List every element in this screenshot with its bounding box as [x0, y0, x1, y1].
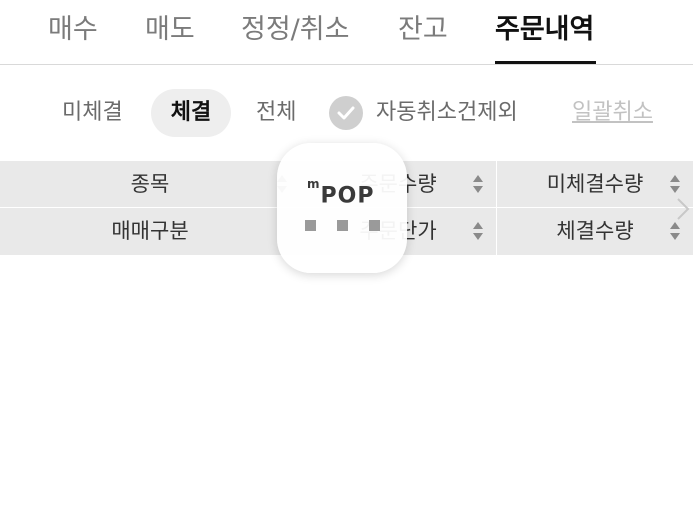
cancel-all-link[interactable]: 일괄취소 — [572, 89, 653, 137]
sort-order-price-icon[interactable] — [472, 219, 484, 243]
loading-dot — [337, 220, 348, 231]
check-icon — [337, 106, 355, 120]
order-tabs: 매수 매도 정정/취소 잔고 주문내역 — [0, 0, 693, 65]
column-divider — [496, 161, 497, 255]
tab-sell[interactable]: 매도 — [145, 10, 195, 50]
exclude-auto-cancel-checkbox[interactable] — [329, 96, 363, 130]
filter-all[interactable]: 전체 — [256, 89, 296, 137]
header-filled-qty[interactable]: 체결수량 — [497, 208, 693, 254]
tab-balance[interactable]: 잔고 — [398, 10, 448, 50]
tab-order-history[interactable]: 주문내역 — [495, 10, 594, 50]
filter-filled[interactable]: 체결 — [151, 89, 231, 137]
mpop-logo: mPOP — [307, 177, 375, 209]
order-history-screen: 매수 매도 정정/취소 잔고 주문내역 미체결 체결 전체 자동취소건제외 일괄… — [0, 0, 693, 511]
loading-dot — [369, 220, 380, 231]
header-trade-type[interactable]: 매매구분 — [0, 208, 300, 254]
header-unfilled-qty[interactable]: 미체결수량 — [497, 161, 693, 207]
sort-unfilled-qty-icon[interactable] — [669, 172, 681, 196]
filter-unfilled[interactable]: 미체결 — [62, 89, 123, 137]
loading-indicator: mPOP — [277, 143, 407, 273]
logo-prefix: m — [307, 177, 321, 191]
sort-order-qty-icon[interactable] — [472, 172, 484, 196]
chevron-right-icon[interactable] — [676, 197, 690, 225]
active-tab-indicator — [495, 61, 596, 64]
filter-row: 미체결 체결 전체 자동취소건제외 일괄취소 — [0, 86, 693, 140]
logo-text: POP — [320, 183, 375, 209]
header-stock[interactable]: 종목 — [0, 161, 300, 207]
loading-dot — [305, 220, 316, 231]
tab-buy[interactable]: 매수 — [48, 10, 98, 50]
tab-modify-cancel[interactable]: 정정/취소 — [241, 10, 349, 50]
exclude-auto-cancel-label[interactable]: 자동취소건제외 — [376, 89, 518, 137]
